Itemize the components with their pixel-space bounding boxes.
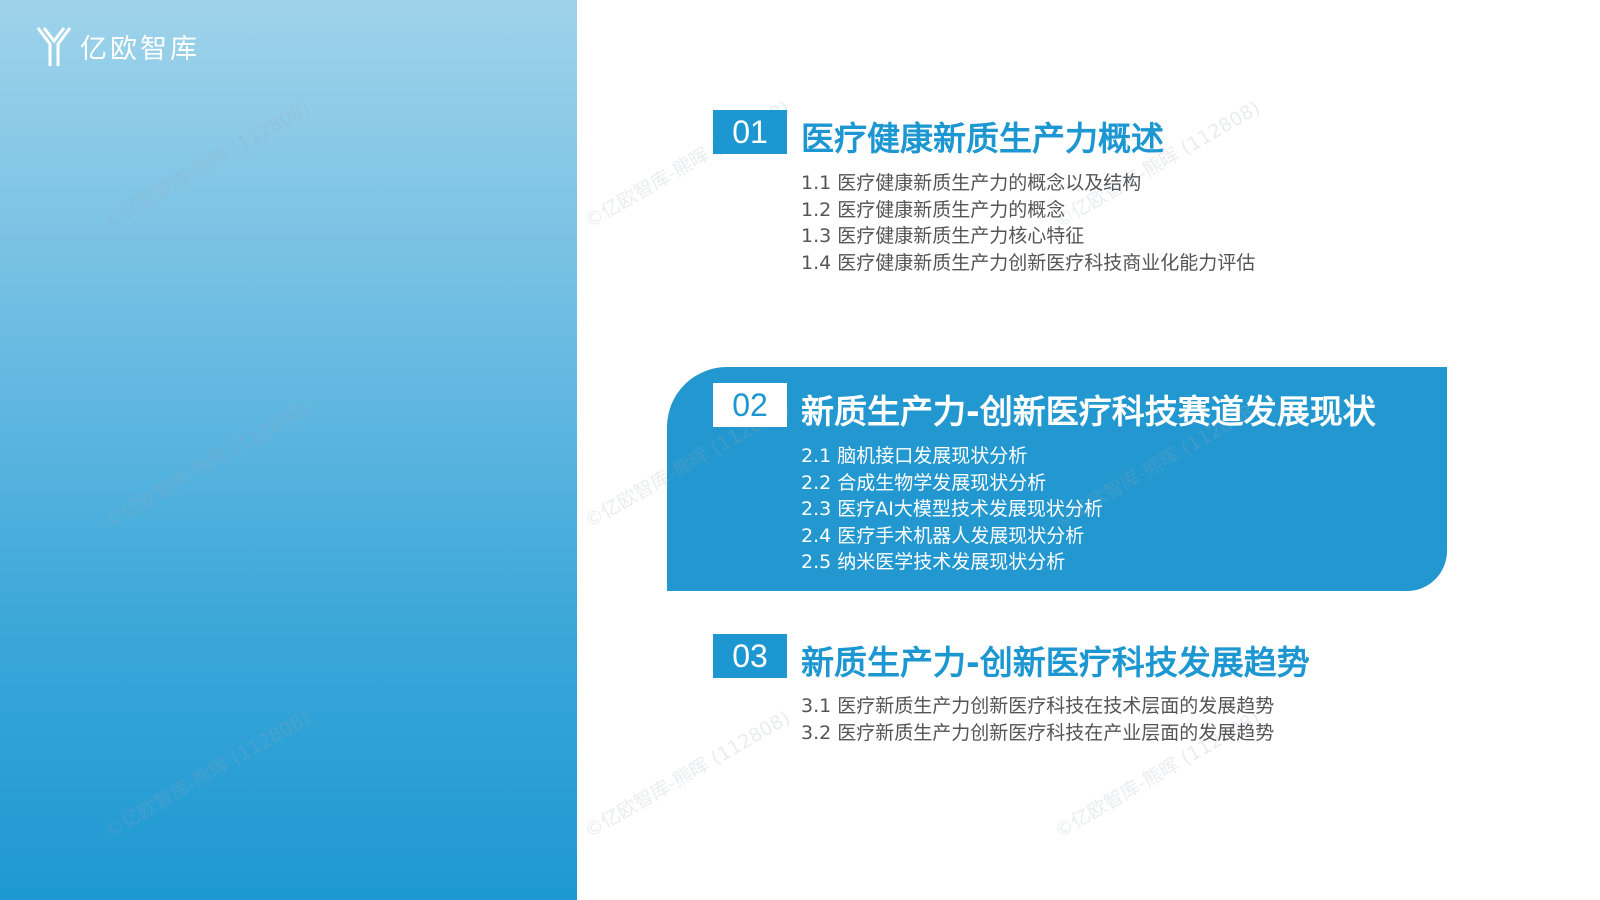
- brand-logo-icon: [36, 27, 72, 66]
- section-number-badge: 02: [713, 383, 787, 427]
- toc-item[interactable]: 2.1 脑机接口发展现状分析: [801, 443, 1103, 470]
- toc-item[interactable]: 1.4 医疗健康新质生产力创新医疗科技商业化能力评估: [801, 250, 1255, 277]
- toc-item[interactable]: 1.3 医疗健康新质生产力核心特征: [801, 223, 1255, 250]
- section-number-badge: 03: [713, 634, 787, 678]
- toc-item[interactable]: 1.1 医疗健康新质生产力的概念以及结构: [801, 170, 1255, 197]
- toc-item[interactable]: 2.2 合成生物学发展现状分析: [801, 470, 1103, 497]
- section-title[interactable]: 医疗健康新质生产力概述: [801, 112, 1164, 160]
- section-items: 2.1 脑机接口发展现状分析 2.2 合成生物学发展现状分析 2.3 医疗AI大…: [801, 443, 1103, 576]
- toc-item[interactable]: 1.2 医疗健康新质生产力的概念: [801, 197, 1255, 224]
- brand-logo: 亿欧智库: [36, 24, 200, 68]
- section-title[interactable]: 新质生产力-创新医疗科技赛道发展现状: [801, 385, 1376, 433]
- section-items: 3.1 医疗新质生产力创新医疗科技在技术层面的发展趋势 3.2 医疗新质生产力创…: [801, 693, 1274, 746]
- watermark: ©亿欧智库-熊晖 (112808): [580, 706, 794, 843]
- left-panel: [0, 0, 577, 900]
- toc-item[interactable]: 3.2 医疗新质生产力创新医疗科技在产业层面的发展趋势: [801, 720, 1274, 747]
- section-title[interactable]: 新质生产力-创新医疗科技发展趋势: [801, 636, 1310, 684]
- section-items: 1.1 医疗健康新质生产力的概念以及结构 1.2 医疗健康新质生产力的概念 1.…: [801, 170, 1255, 276]
- toc-item[interactable]: 2.3 医疗AI大模型技术发展现状分析: [801, 496, 1103, 523]
- toc-item[interactable]: 2.4 医疗手术机器人发展现状分析: [801, 523, 1103, 550]
- brand-name: 亿欧智库: [80, 33, 200, 65]
- toc-item[interactable]: 3.1 医疗新质生产力创新医疗科技在技术层面的发展趋势: [801, 693, 1274, 720]
- section-number-badge: 01: [713, 110, 787, 154]
- toc-item[interactable]: 2.5 纳米医学技术发展现状分析: [801, 549, 1103, 576]
